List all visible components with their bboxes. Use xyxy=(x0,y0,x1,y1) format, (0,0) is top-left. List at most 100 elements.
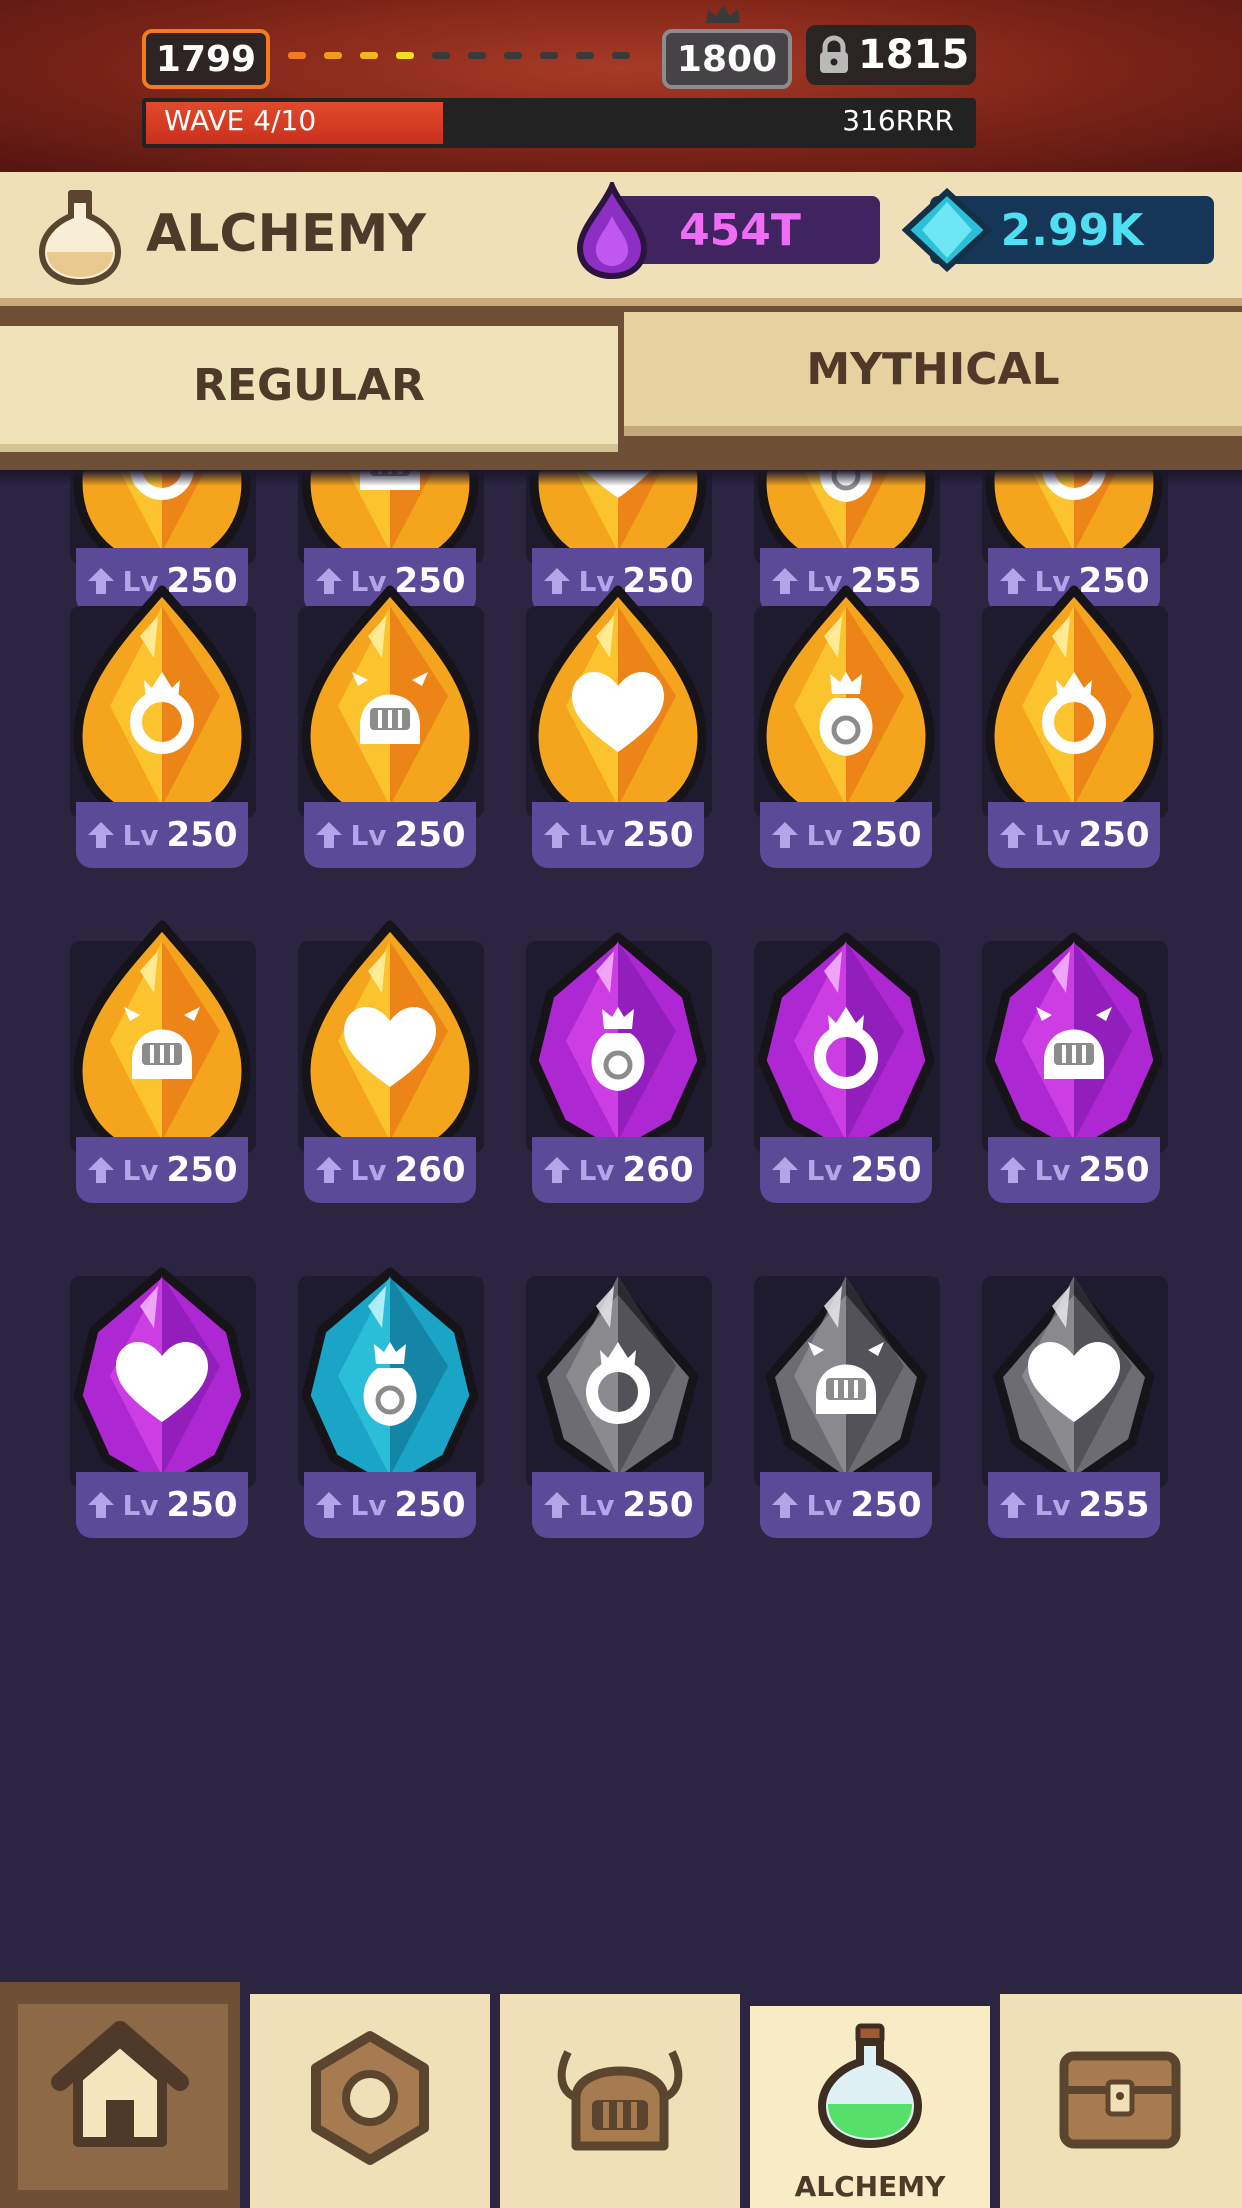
gem-amount: 2.99K xyxy=(1000,204,1144,256)
gem-level: 250 xyxy=(850,1150,922,1190)
gem-slot[interactable]: Lv 250 xyxy=(974,911,1174,1207)
level-prefix: Lv xyxy=(806,1488,843,1522)
gem-level: 250 xyxy=(394,815,466,855)
current-stage-badge: 1799 xyxy=(142,29,270,89)
crown-icon xyxy=(706,5,740,23)
upgrade-arrow-icon xyxy=(316,1492,343,1518)
progress-dash xyxy=(540,52,558,59)
upgrade-arrow-icon xyxy=(544,1157,571,1183)
tab-regular[interactable]: REGULAR xyxy=(0,326,618,452)
gem-slot[interactable]: Lv 250 xyxy=(746,576,946,872)
gem-level-badge: Lv 255 xyxy=(988,1472,1160,1538)
gem-level-badge: Lv 250 xyxy=(988,802,1160,868)
gem-level-badge: Lv 250 xyxy=(760,802,932,868)
gem-level: 260 xyxy=(394,1150,466,1190)
progress-dash xyxy=(504,52,522,59)
home-icon xyxy=(51,2021,189,2147)
gem-level-badge: Lv 250 xyxy=(304,802,476,868)
upgrade-arrow-icon xyxy=(772,1492,799,1518)
level-prefix: Lv xyxy=(806,1153,843,1187)
elixir-amount: 454T xyxy=(679,204,801,256)
lock-icon xyxy=(820,35,848,73)
next-stage-badge: 1800 xyxy=(662,29,792,89)
level-prefix: Lv xyxy=(1034,1488,1071,1522)
gem-slot[interactable]: Lv 250 xyxy=(518,1246,718,1542)
gem-slot[interactable]: Lv 250 xyxy=(62,576,262,872)
gem-slot[interactable]: Lv 260 xyxy=(518,911,718,1207)
gem-level-badge: Lv 250 xyxy=(76,802,248,868)
gem-level: 250 xyxy=(166,815,238,855)
gem-slot[interactable]: Lv 250 xyxy=(290,1246,490,1542)
viking-helmet-icon xyxy=(557,2050,683,2151)
gold-gem-ring-icon xyxy=(985,585,1163,827)
gem-level: 260 xyxy=(622,1150,694,1190)
gold-gem-heart-icon xyxy=(529,585,707,827)
nav-alchemy[interactable]: ALCHEMY xyxy=(750,2006,990,2208)
gold-gem-heart-icon xyxy=(301,920,479,1162)
tab-mythical[interactable]: MYTHICAL xyxy=(624,312,1242,436)
level-prefix: Lv xyxy=(350,1153,387,1187)
elixir-drop-icon xyxy=(576,182,648,280)
nav-home[interactable] xyxy=(0,1982,240,2208)
upgrade-arrow-icon xyxy=(88,822,115,848)
gem-grid: Lv 250 Lv 250 Lv 250 Lv 255 Lv 250 Lv 250 Lv 250 Lv 250… xyxy=(0,470,1242,1980)
gem-slot[interactable]: Lv 250 xyxy=(974,576,1174,872)
purple-gem-bag-icon xyxy=(529,932,707,1160)
level-prefix: Lv xyxy=(578,1153,615,1187)
gem-slot[interactable]: Lv 255 xyxy=(974,1246,1174,1542)
gem-level: 250 xyxy=(850,1485,922,1525)
gear-nut-icon xyxy=(311,2031,429,2165)
wave-label: WAVE 4/10 xyxy=(164,104,317,137)
progress-dash xyxy=(360,52,378,59)
gray-gem-ring-icon xyxy=(537,1276,699,1487)
gem-level: 250 xyxy=(166,1485,238,1525)
diamond-gem-icon xyxy=(902,188,992,272)
gold-gem-helmet-icon xyxy=(73,920,251,1162)
gem-slot[interactable]: Lv 250 xyxy=(62,1246,262,1542)
progress-dash xyxy=(396,52,414,59)
level-prefix: Lv xyxy=(578,818,615,852)
upgrade-arrow-icon xyxy=(772,822,799,848)
nav-upgrades[interactable] xyxy=(250,1994,490,2208)
upgrade-arrow-icon xyxy=(1000,822,1027,848)
stage-progress-bar: 1799 1800 1815 WAVE 4/10 316RRR xyxy=(0,0,1242,172)
level-prefix: Lv xyxy=(122,1488,159,1522)
upgrade-arrow-icon xyxy=(544,822,571,848)
upgrade-arrow-icon xyxy=(772,1157,799,1183)
gem-slot[interactable]: Lv 260 xyxy=(290,911,490,1207)
wave-progress: WAVE 4/10 316RRR xyxy=(142,98,976,148)
nav-heroes[interactable] xyxy=(500,1994,740,2208)
upgrade-arrow-icon xyxy=(88,1492,115,1518)
progress-dash xyxy=(576,52,594,59)
gold-gem-helmet-icon xyxy=(301,585,479,827)
blue-gem-bag-icon xyxy=(301,1267,479,1495)
upgrade-arrow-icon xyxy=(88,1157,115,1183)
tab-bar: REGULAR MYTHICAL xyxy=(0,306,1242,470)
gem-slot[interactable]: Lv 250 xyxy=(290,576,490,872)
gem-slot[interactable]: Lv 250 xyxy=(746,1246,946,1542)
gem-slot[interactable]: Lv 250 xyxy=(62,911,262,1207)
purple-gem-helmet-icon xyxy=(985,932,1163,1160)
level-prefix: Lv xyxy=(1034,1153,1071,1187)
treasure-chest-icon xyxy=(1059,2051,1181,2149)
upgrade-arrow-icon xyxy=(1000,1157,1027,1183)
gray-gem-helmet-icon xyxy=(765,1276,927,1487)
gem-slot[interactable]: Lv 250 xyxy=(746,911,946,1207)
level-prefix: Lv xyxy=(122,1153,159,1187)
gem-level-badge: Lv 250 xyxy=(760,1137,932,1203)
page-title: ALCHEMY xyxy=(146,204,426,264)
gem-level: 250 xyxy=(166,1150,238,1190)
gem-level-badge: Lv 250 xyxy=(760,1472,932,1538)
level-prefix: Lv xyxy=(350,1488,387,1522)
nav-chest[interactable] xyxy=(1000,1994,1242,2208)
gold-gem-ring-icon xyxy=(73,585,251,827)
wave-value: 316RRR xyxy=(842,104,954,137)
nav-alchemy-label: ALCHEMY xyxy=(794,2170,946,2203)
progress-dash xyxy=(432,52,450,59)
gem-level: 250 xyxy=(622,1485,694,1525)
progress-dash xyxy=(468,52,486,59)
gem-slot[interactable]: Lv 250 xyxy=(518,576,718,872)
gem-level: 250 xyxy=(1078,815,1150,855)
purple-gem-heart-icon xyxy=(73,1267,251,1495)
gem-level-badge: Lv 250 xyxy=(76,1472,248,1538)
